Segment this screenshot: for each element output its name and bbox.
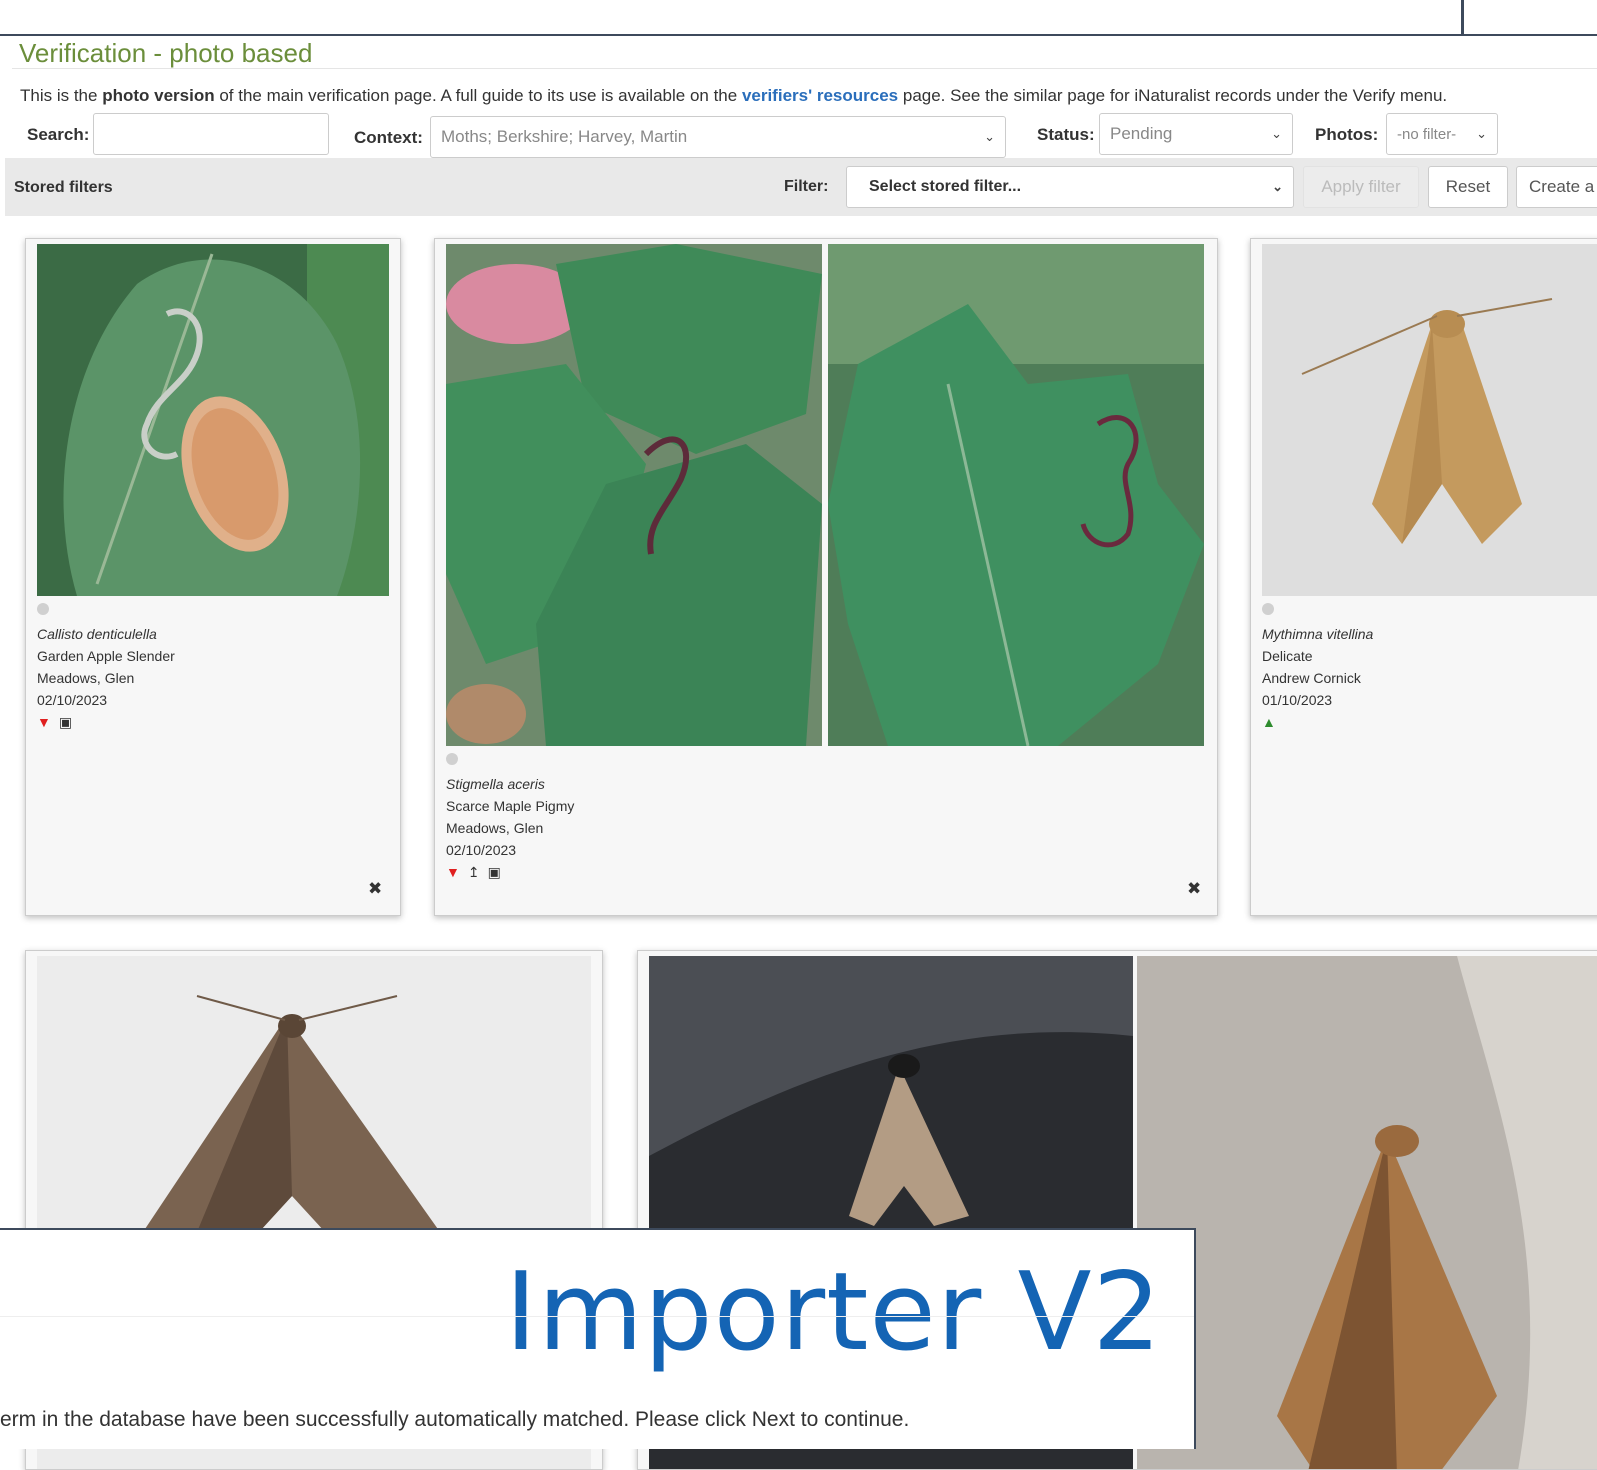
common-name: Garden Apple Slender	[37, 648, 175, 664]
record-photo[interactable]	[446, 244, 822, 746]
photos-label: Photos:	[1315, 125, 1379, 144]
chevron-down-icon: ⌄	[1272, 179, 1283, 194]
thumb-down-icon: ▼	[37, 714, 51, 730]
scientific-name: Callisto denticulella	[37, 626, 157, 642]
calendar-icon: ▣	[58, 714, 73, 730]
verifiers-resources-link[interactable]: verifiers' resources	[742, 86, 898, 105]
thumb-up-icon: ▲	[1262, 714, 1276, 730]
recorder-name: Andrew Cornick	[1262, 670, 1361, 686]
stored-filter-value: Select stored filter...	[869, 178, 1022, 195]
intro-bold: photo version	[102, 86, 215, 105]
importer-title: Importer V2	[505, 1250, 1163, 1375]
expand-icon[interactable]: ✖	[368, 879, 382, 899]
page-title: Verification - photo based	[19, 38, 313, 68]
chevron-down-icon: ⌄	[1476, 126, 1487, 141]
intro-part3: page. See the similar page for iNaturali…	[898, 86, 1448, 105]
window-top-bar	[0, 0, 1597, 36]
common-name: Delicate	[1262, 648, 1313, 664]
record-card[interactable]: Callisto denticulella Garden Apple Slend…	[25, 238, 401, 916]
recorder-name: Meadows, Glen	[446, 820, 544, 836]
title-divider	[12, 68, 1597, 69]
record-info: Mythimna vitellina Delicate Andrew Corni…	[1262, 601, 1373, 733]
record-info: Callisto denticulella Garden Apple Slend…	[37, 601, 175, 733]
status-dot-icon	[1262, 603, 1274, 615]
scientific-name: Stigmella aceris	[446, 776, 545, 792]
window-divider	[1461, 0, 1464, 34]
photos-value: -no filter-	[1397, 125, 1457, 143]
chevron-down-icon: ⌄	[1271, 126, 1282, 141]
record-photo[interactable]	[37, 244, 389, 596]
status-dot-icon	[37, 603, 49, 615]
status-value: Pending	[1110, 124, 1173, 143]
common-name: Scarce Maple Pigmy	[446, 798, 575, 814]
record-card[interactable]: Stigmella aceris Scarce Maple Pigmy Mead…	[434, 238, 1218, 916]
context-label: Context:	[354, 128, 423, 147]
context-select[interactable]: Moths; Berkshire; Harvey, Martin ⌄	[430, 116, 1006, 158]
stored-filters-label: Stored filters	[14, 179, 113, 196]
intro-part1: This is the	[20, 86, 103, 105]
search-input[interactable]	[93, 113, 329, 155]
record-card[interactable]: Mythimna vitellina Delicate Andrew Corni…	[1250, 238, 1597, 916]
recorder-name: Meadows, Glen	[37, 670, 135, 686]
record-photo[interactable]	[1137, 956, 1597, 1469]
record-date: 02/10/2023	[446, 842, 517, 858]
status-dot-icon	[446, 753, 458, 765]
create-filter-button[interactable]: Create a	[1516, 166, 1597, 208]
scientific-name: Mythimna vitellina	[1262, 626, 1374, 642]
upload-icon: ↥	[467, 864, 480, 880]
photos-select[interactable]: -no filter- ⌄	[1386, 113, 1498, 155]
intro-text: This is the photo version of the main ve…	[20, 86, 1447, 106]
record-date: 02/10/2023	[37, 692, 108, 708]
record-photo[interactable]	[828, 244, 1204, 746]
importer-message: erm in the database have been successful…	[0, 1408, 910, 1431]
chevron-down-icon: ⌄	[984, 129, 995, 144]
record-date: 01/10/2023	[1262, 692, 1333, 708]
status-select[interactable]: Pending ⌄	[1099, 113, 1293, 155]
record-photo[interactable]	[1262, 244, 1597, 596]
filter-label: Filter:	[784, 178, 829, 195]
search-label: Search:	[27, 125, 90, 144]
record-info: Stigmella aceris Scarce Maple Pigmy Mead…	[446, 751, 574, 883]
reset-button[interactable]: Reset	[1428, 166, 1508, 208]
apply-filter-button[interactable]: Apply filter	[1303, 166, 1419, 208]
expand-icon[interactable]: ✖	[1187, 879, 1201, 899]
calendar-icon: ▣	[487, 864, 501, 880]
context-value: Moths; Berkshire; Harvey, Martin	[441, 127, 688, 146]
status-label: Status:	[1037, 125, 1095, 144]
intro-part2: of the main verification page. A full gu…	[214, 86, 742, 105]
importer-divider	[0, 1316, 1194, 1317]
thumb-down-icon: ▼	[446, 864, 460, 880]
stored-filter-select[interactable]: Select stored filter... ⌄	[846, 166, 1294, 208]
